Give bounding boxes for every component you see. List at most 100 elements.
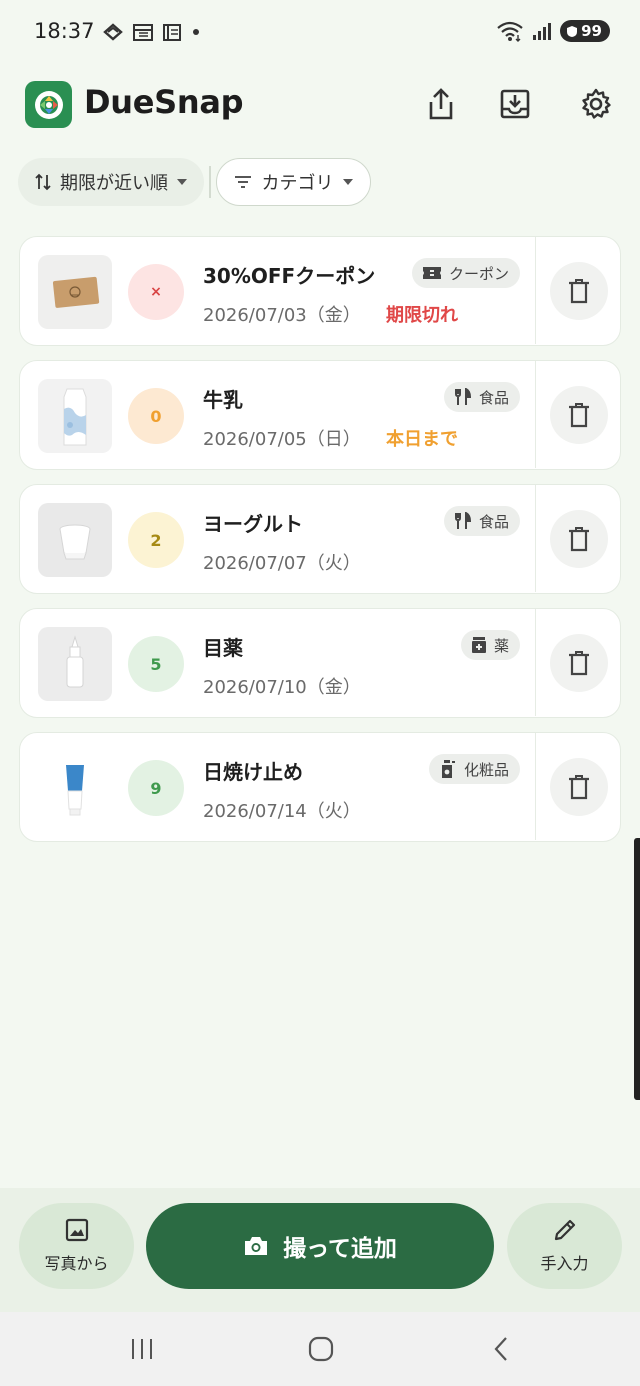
milk-carton-image — [63, 388, 87, 446]
ticket-icon — [422, 267, 441, 279]
from-photo-button[interactable]: 写真から — [19, 1203, 134, 1289]
card-divider — [534, 609, 536, 716]
recent-apps-icon — [132, 1339, 152, 1359]
download-box-icon — [500, 89, 530, 119]
sunscreen-tube-image — [66, 765, 84, 816]
capture-add-button[interactable]: 撮って追加 — [146, 1203, 494, 1289]
days-remaining-value: 0 — [150, 406, 162, 426]
days-remaining-badge: 2 — [128, 512, 184, 568]
trash-icon — [569, 403, 589, 428]
sort-dropdown[interactable]: 期限が近い順 — [18, 158, 204, 206]
item-name: ヨーグルト — [203, 512, 303, 536]
filter-icon — [234, 176, 251, 188]
status-time: 18:37 — [34, 19, 95, 43]
chevron-down-icon — [342, 179, 353, 185]
share-icon — [429, 88, 453, 120]
item-name: 牛乳 — [203, 388, 243, 412]
category-badge: 薬 — [460, 630, 520, 660]
card-divider — [534, 361, 536, 468]
notification-icons — [102, 21, 202, 43]
more-notifications-dot-icon — [193, 29, 199, 35]
list-item[interactable]: 0 牛乳 2026/07/05（日） 本日まで 食品 — [19, 360, 621, 470]
days-remaining-badge: × — [128, 264, 184, 320]
list-item[interactable]: 5 目薬 2026/07/10（金） 薬 — [19, 608, 621, 718]
home-button[interactable] — [301, 1332, 341, 1366]
cosmetics-icon — [441, 760, 455, 778]
calendar-icon — [133, 24, 153, 41]
trash-icon — [569, 527, 589, 552]
manual-input-button[interactable]: 手入力 — [507, 1203, 622, 1289]
item-thumbnail — [38, 379, 112, 453]
eye-drops-bottle-image — [66, 635, 84, 688]
battery-shield-icon — [567, 25, 578, 37]
edge-panel-handle[interactable] — [634, 838, 640, 1100]
status-bar: 18:37 99 — [0, 0, 640, 64]
medicine-icon — [471, 637, 486, 653]
list-item[interactable]: × 30%OFFクーポン 2026/07/03（金） 期限切れ クーポン — [19, 236, 621, 346]
yogurt-cup-image — [59, 524, 91, 560]
battery-indicator: 99 — [560, 20, 610, 42]
app-header: DueSnap — [0, 78, 640, 134]
category-dropdown[interactable]: カテゴリ — [215, 158, 371, 206]
category-badge-label: 食品 — [478, 512, 509, 531]
trash-icon — [569, 775, 589, 800]
delete-button[interactable] — [550, 262, 608, 320]
item-thumbnail — [38, 503, 112, 577]
list-item[interactable]: 2 ヨーグルト 2026/07/07（火） 食品 — [19, 484, 621, 594]
item-status: 本日まで — [386, 429, 458, 450]
item-thumbnail — [38, 751, 112, 825]
image-icon — [65, 1218, 88, 1242]
category-badge: クーポン — [411, 258, 520, 288]
category-badge-label: 食品 — [478, 388, 509, 407]
capture-add-label: 撮って追加 — [283, 1236, 397, 1262]
item-date: 2026/07/05（日） — [203, 429, 361, 450]
coupon-card-image — [52, 276, 100, 308]
card-divider — [534, 485, 536, 592]
item-thumbnail — [38, 627, 112, 701]
signal-icon — [533, 23, 552, 40]
days-remaining-badge: 5 — [128, 636, 184, 692]
bottom-action-bar: 写真から 撮って追加 手入力 — [0, 1188, 640, 1312]
back-chevron-icon — [494, 1337, 507, 1361]
sort-icon — [35, 173, 51, 191]
item-list: × 30%OFFクーポン 2026/07/03（金） 期限切れ クーポン 0 牛… — [19, 236, 621, 856]
settings-button[interactable] — [576, 84, 616, 124]
recent-apps-button[interactable] — [122, 1332, 162, 1366]
category-badge: 化粧品 — [428, 754, 520, 784]
share-button[interactable] — [421, 84, 461, 124]
card-divider — [534, 237, 536, 344]
card-divider — [534, 733, 536, 840]
category-badge-label: クーポン — [448, 264, 509, 283]
item-date: 2026/07/03（金） — [203, 305, 361, 326]
item-date: 2026/07/14（火） — [203, 801, 361, 822]
back-button[interactable] — [481, 1332, 521, 1366]
delete-button[interactable] — [550, 386, 608, 444]
delete-button[interactable] — [550, 634, 608, 692]
item-name: 30%OFFクーポン — [203, 264, 376, 288]
pencil-icon — [554, 1219, 575, 1241]
gear-icon — [582, 88, 611, 119]
notification-app-icon — [103, 23, 123, 41]
screen: 18:37 99 DueSnap 期限が近い順 カテゴリ × 30%OFFクーポ… — [0, 0, 640, 1386]
category-label: カテゴリ — [261, 173, 334, 194]
restaurant-icon — [454, 512, 471, 529]
delete-button[interactable] — [550, 510, 608, 568]
app-logo — [25, 81, 72, 128]
import-button[interactable] — [495, 84, 535, 124]
item-date: 2026/07/10（金） — [203, 677, 361, 698]
list-item[interactable]: 9 日焼け止め 2026/07/14（火） 化粧品 — [19, 732, 621, 842]
camera-icon — [245, 1237, 268, 1255]
item-name: 日焼け止め — [203, 760, 303, 784]
manual-input-label: 手入力 — [540, 1254, 589, 1273]
sort-label: 期限が近い順 — [60, 173, 168, 194]
restaurant-icon — [454, 388, 471, 405]
app-title: DueSnap — [84, 83, 244, 121]
days-remaining-value: × — [150, 284, 162, 300]
days-remaining-value: 9 — [150, 778, 162, 798]
trash-icon — [569, 651, 589, 676]
category-badge-label: 化粧品 — [463, 760, 509, 779]
item-date: 2026/07/07（火） — [203, 553, 361, 574]
delete-button[interactable] — [550, 758, 608, 816]
trash-icon — [569, 279, 589, 304]
days-remaining-value: 2 — [150, 530, 162, 550]
